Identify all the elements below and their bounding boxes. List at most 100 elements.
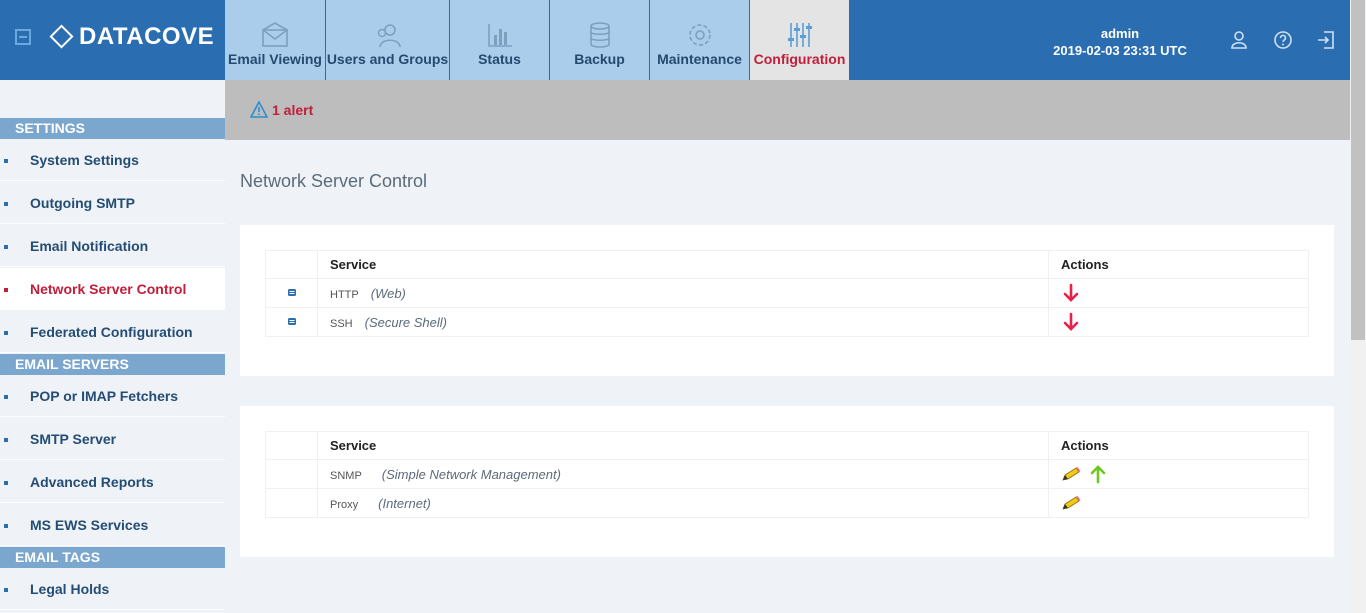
users-icon	[377, 24, 401, 48]
tab-configuration[interactable]: Configuration	[750, 0, 850, 80]
sidebar: SETTINGS System Settings Outgoing SMTP E…	[0, 80, 225, 613]
bar-chart-icon	[487, 24, 512, 47]
header-service: Service	[317, 250, 1049, 279]
bullet-icon	[4, 588, 8, 592]
table-header-row: Service Actions	[265, 250, 1309, 279]
arrow-up-icon[interactable]	[1088, 464, 1108, 484]
services-table: Service Actions SNMP (Simple Network Mana…	[265, 431, 1309, 518]
actions-cell	[1048, 307, 1309, 337]
service-cell: SSH (Secure Shell)	[317, 307, 1049, 337]
gear-icon	[688, 24, 711, 46]
sidebar-item-label: Outgoing SMTP	[30, 195, 135, 211]
bullet-icon	[4, 438, 8, 442]
tab-status[interactable]: Status	[450, 0, 550, 80]
tab-maintenance[interactable]: Maintenance	[650, 0, 750, 80]
server-icon	[287, 318, 296, 325]
page-title: Network Server Control	[240, 171, 428, 191]
sidebar-item-legal-holds[interactable]: Legal Holds	[0, 568, 225, 610]
arrow-down-icon[interactable]	[1061, 312, 1081, 332]
tab-backup[interactable]: Backup	[550, 0, 650, 80]
alert-link[interactable]: 1 alert	[272, 102, 313, 118]
status-cell	[265, 307, 318, 337]
pencil-icon[interactable]	[1061, 493, 1081, 513]
sidebar-item-label: Advanced Reports	[30, 474, 154, 490]
sidebar-item-label: Federated Configuration	[30, 324, 193, 340]
logo-icon	[49, 24, 74, 49]
sidebar-item-smtp-server[interactable]: SMTP Server	[0, 418, 225, 460]
server-icon	[287, 289, 296, 296]
tab-label: Configuration	[753, 51, 846, 67]
envelope-icon	[261, 22, 289, 47]
logout-icon[interactable]	[1316, 30, 1336, 50]
tab-users-and-groups[interactable]: Users and Groups	[326, 0, 450, 80]
sidebar-item-advanced-reports[interactable]: Advanced Reports	[0, 461, 225, 503]
sidebar-item-label: POP or IMAP Fetchers	[30, 388, 179, 404]
service-name: SNMP	[330, 469, 362, 482]
logo-text: DATACOVE	[79, 23, 215, 50]
actions-cell	[1048, 488, 1309, 518]
header-icon-column	[265, 431, 318, 460]
service-name: Proxy	[330, 498, 359, 511]
sidebar-item-pop-imap-fetchers[interactable]: POP or IMAP Fetchers	[0, 375, 225, 417]
menu-toggle-icon[interactable]	[15, 29, 31, 45]
header-actions: Actions	[1048, 431, 1309, 460]
database-icon	[589, 22, 610, 48]
sidebar-item-email-notification[interactable]: Email Notification	[0, 225, 225, 267]
help-icon[interactable]	[1273, 30, 1293, 50]
sidebar-section-email-servers: EMAIL SERVERS	[0, 354, 225, 375]
services-panel-1: Service Actions HTTP (Web) SSH (Secure She…	[240, 225, 1334, 376]
sidebar-item-ms-ews-services[interactable]: MS EWS Services	[0, 504, 225, 546]
bullet-icon	[4, 288, 8, 292]
status-cell	[265, 488, 318, 518]
bullet-icon	[4, 395, 8, 399]
sidebar-item-label: System Settings	[30, 152, 139, 168]
services-panel-2: Service Actions SNMP (Simple Network Mana…	[240, 406, 1334, 557]
sidebar-item-outgoing-smtp[interactable]: Outgoing SMTP	[0, 182, 225, 224]
tab-label: Email Viewing	[228, 51, 322, 67]
service-description: (Internet)	[378, 495, 431, 511]
username: admin	[1100, 26, 1140, 41]
sidebar-section-email-tags: EMAIL TAGS	[0, 547, 225, 568]
user-profile-icon[interactable]	[1229, 30, 1249, 50]
bullet-icon	[4, 202, 8, 206]
service-cell: Proxy (Internet)	[317, 488, 1049, 518]
sidebar-item-label: MS EWS Services	[30, 517, 149, 533]
sidebar-item-label: Email Notification	[30, 238, 149, 254]
tab-label: Status	[478, 51, 521, 67]
sliders-icon	[787, 23, 812, 47]
service-name: SSH	[330, 317, 353, 330]
sidebar-item-label: Legal Holds	[30, 581, 110, 597]
datetime: 2019-02-03 23:31 UTC	[1053, 43, 1187, 58]
service-cell: SNMP (Simple Network Management)	[317, 459, 1049, 489]
bullet-icon	[4, 159, 8, 163]
main-tabs: Email Viewing Users and Groups Status Ba…	[225, 0, 850, 80]
sidebar-item-label: SMTP Server	[30, 431, 117, 447]
table-row: SNMP (Simple Network Management)	[265, 459, 1309, 489]
scrollbar-thumb[interactable]	[1351, 0, 1365, 340]
service-cell: HTTP (Web)	[317, 278, 1049, 308]
pencil-icon[interactable]	[1061, 464, 1081, 484]
bullet-icon	[4, 245, 8, 249]
sidebar-item-system-settings[interactable]: System Settings	[0, 139, 225, 181]
table-row: HTTP (Web)	[265, 278, 1309, 308]
sidebar-item-network-server-control[interactable]: Network Server Control	[0, 268, 225, 310]
sidebar-item-label: Network Server Control	[30, 281, 187, 297]
bullet-icon	[4, 481, 8, 485]
service-name: HTTP	[330, 288, 359, 301]
tab-label: Users and Groups	[326, 51, 449, 67]
sidebar-section-settings: SETTINGS	[0, 118, 225, 139]
services-table: Service Actions HTTP (Web) SSH (Secure She…	[265, 250, 1309, 337]
sidebar-item-federated-configuration[interactable]: Federated Configuration	[0, 311, 225, 353]
table-header-row: Service Actions	[265, 431, 1309, 460]
user-info: admin 2019-02-03 23:31 UTC	[1040, 25, 1200, 59]
table-row: SSH (Secure Shell)	[265, 307, 1309, 337]
warning-icon[interactable]	[250, 101, 268, 118]
header-service: Service	[317, 431, 1049, 460]
bullet-icon	[4, 524, 8, 528]
arrow-down-icon[interactable]	[1061, 283, 1081, 303]
bullet-icon	[4, 331, 8, 335]
tab-email-viewing[interactable]: Email Viewing	[225, 0, 326, 80]
status-cell	[265, 459, 318, 489]
service-description: (Web)	[370, 285, 406, 301]
alert-bar: 1 alert	[225, 80, 1350, 140]
